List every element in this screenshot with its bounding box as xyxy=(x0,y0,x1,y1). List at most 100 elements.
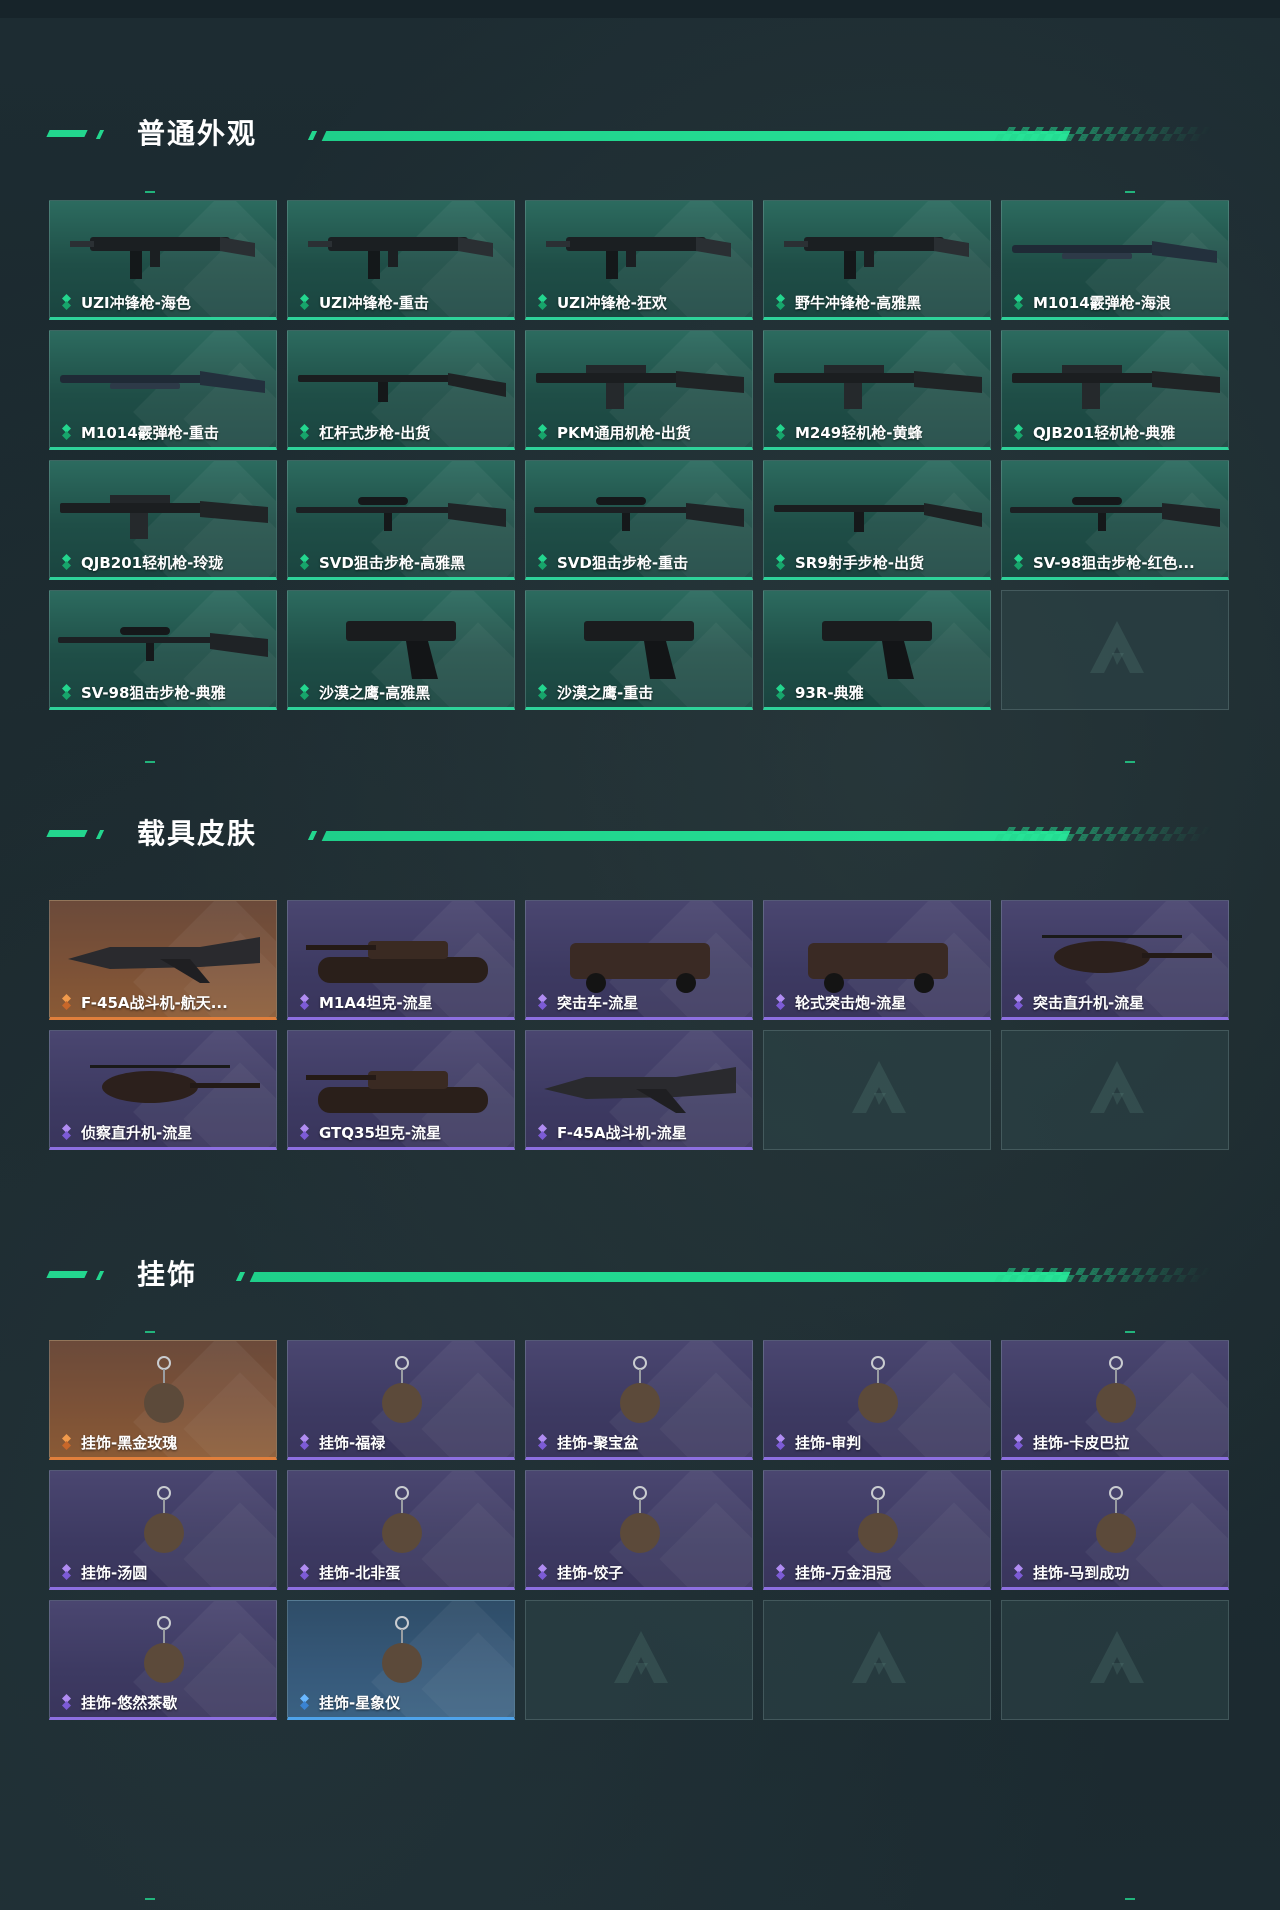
placeholder-logo-icon xyxy=(614,1631,668,1683)
header-dash xyxy=(46,830,88,837)
item-name: 轮式突击炮-流星 xyxy=(795,993,907,1012)
weapons-item-card[interactable]: SVD狙击步枪-高雅黑 xyxy=(287,460,515,580)
vehicles-item-card[interactable]: 突击直升机-流星 xyxy=(1001,900,1229,1020)
charms-item-card[interactable]: 挂饰-北非蛋 xyxy=(287,1470,515,1590)
item-label: 挂饰-汤圆 xyxy=(60,1563,147,1582)
charms-item-card[interactable]: 挂饰-万金泪冠 xyxy=(763,1470,991,1590)
corner-marker xyxy=(1125,1331,1135,1333)
charms-item-card[interactable]: 挂饰-汤圆 xyxy=(49,1470,277,1590)
vehicle-skin-grid: F-45A战斗机-航天... M1A4坦克-流星 突击车-流星 轮式突击炮-流星 突击直… xyxy=(49,900,1229,1150)
machine-gun-icon xyxy=(1012,365,1220,409)
header-bar xyxy=(321,131,1071,141)
weapons-item-card[interactable]: 93R-典雅 xyxy=(763,590,991,710)
item-label: 野牛冲锋枪-高雅黑 xyxy=(774,293,922,312)
item-name: 挂饰-聚宝盆 xyxy=(557,1433,639,1452)
item-name: SV-98狙击步枪-红色... xyxy=(1033,553,1195,572)
vehicles-item-card[interactable]: 侦察直升机-流星 xyxy=(49,1030,277,1150)
weapons-item-card[interactable]: M1014霰弹枪-海浪 xyxy=(1001,200,1229,320)
charm-grid: 挂饰-黑金玫瑰 挂饰-福禄 挂饰-聚宝盆 挂饰-审判 挂饰-卡皮巴拉挂饰-汤圆 挂饰-北非… xyxy=(49,1340,1229,1720)
header-bar xyxy=(321,831,1071,841)
charms-item-card[interactable]: 挂饰-黑金玫瑰 xyxy=(49,1340,277,1460)
sniper-rifle-icon xyxy=(58,627,268,661)
charm-icon xyxy=(858,1356,898,1423)
smg-icon xyxy=(546,237,731,279)
charms-item-card[interactable]: 挂饰-饺子 xyxy=(525,1470,753,1590)
weapons-item-card[interactable]: QJB201轻机枪-玲珑 xyxy=(49,460,277,580)
vehicles-item-card[interactable]: GTQ35坦克-流星 xyxy=(287,1030,515,1150)
green-rarity-icon xyxy=(776,294,785,310)
item-name: 挂饰-马到成功 xyxy=(1033,1563,1130,1582)
green-rarity-icon xyxy=(776,684,785,700)
header-tick xyxy=(95,130,105,139)
weapons-item-card[interactable]: UZI冲锋枪-海色 xyxy=(49,200,277,320)
item-label: 沙漠之鹰-高雅黑 xyxy=(298,683,430,702)
fighter-jet-icon xyxy=(68,937,260,983)
shotgun-icon xyxy=(60,371,265,393)
green-rarity-icon xyxy=(776,424,785,440)
weapons-item-card[interactable]: QJB201轻机枪-典雅 xyxy=(1001,330,1229,450)
item-name: GTQ35坦克-流星 xyxy=(319,1123,442,1142)
item-name: 93R-典雅 xyxy=(795,683,864,702)
weapons-item-card[interactable]: M249轻机枪-黄蜂 xyxy=(763,330,991,450)
vehicles-item-card[interactable]: 突击车-流星 xyxy=(525,900,753,1020)
weapons-item-card[interactable]: SV-98狙击步枪-红色... xyxy=(1001,460,1229,580)
vehicles-item-card[interactable]: 轮式突击炮-流星 xyxy=(763,900,991,1020)
green-rarity-icon xyxy=(300,294,309,310)
weapons-item-card[interactable]: 野牛冲锋枪-高雅黑 xyxy=(763,200,991,320)
item-label: QJB201轻机枪-典雅 xyxy=(1012,423,1176,442)
weapons-item-card[interactable]: 沙漠之鹰-重击 xyxy=(525,590,753,710)
purple-rarity-icon xyxy=(1014,1434,1023,1450)
item-name: 挂饰-万金泪冠 xyxy=(795,1563,892,1582)
charms-item-card[interactable]: 挂饰-马到成功 xyxy=(1001,1470,1229,1590)
weapons-item-card[interactable]: SV-98狙击步枪-典雅 xyxy=(49,590,277,710)
charm-icon xyxy=(144,1486,184,1553)
item-label: UZI冲锋枪-狂欢 xyxy=(536,293,667,312)
green-rarity-icon xyxy=(538,554,547,570)
purple-rarity-icon xyxy=(538,1434,547,1450)
sniper-rifle-icon xyxy=(296,497,506,531)
item-label: 挂饰-福禄 xyxy=(298,1433,385,1452)
weapons-item-card[interactable]: UZI冲锋枪-狂欢 xyxy=(525,200,753,320)
charms-item-card[interactable]: 挂饰-聚宝盆 xyxy=(525,1340,753,1460)
weapons-item-card[interactable]: 沙漠之鹰-高雅黑 xyxy=(287,590,515,710)
corner-marker xyxy=(145,761,155,763)
weapons-item-card[interactable]: M1014霰弹枪-重击 xyxy=(49,330,277,450)
item-name: 野牛冲锋枪-高雅黑 xyxy=(795,293,922,312)
item-name: UZI冲锋枪-狂欢 xyxy=(557,293,667,312)
green-rarity-icon xyxy=(62,294,71,310)
weapons-item-card[interactable]: 杠杆式步枪-出货 xyxy=(287,330,515,450)
charms-item-card[interactable]: 挂饰-福禄 xyxy=(287,1340,515,1460)
item-name: 挂饰-北非蛋 xyxy=(319,1563,401,1582)
empty-slot xyxy=(763,1030,991,1150)
charm-icon xyxy=(858,1486,898,1553)
item-label: PKM通用机枪-出货 xyxy=(536,423,691,442)
charms-item-card[interactable]: 挂饰-悠然茶歇 xyxy=(49,1600,277,1720)
vehicles-item-card[interactable]: F-45A战斗机-航天... xyxy=(49,900,277,1020)
sniper-rifle-icon xyxy=(534,497,744,531)
corner-marker xyxy=(145,191,155,193)
corner-marker xyxy=(145,1898,155,1900)
item-name: M1014霰弹枪-海浪 xyxy=(1033,293,1171,312)
assault-vehicle-icon xyxy=(570,943,710,993)
weapons-item-card[interactable]: SR9射手步枪-出货 xyxy=(763,460,991,580)
item-label: M1A4坦克-流星 xyxy=(298,993,433,1012)
item-name: QJB201轻机枪-典雅 xyxy=(1033,423,1176,442)
item-name: 挂饰-饺子 xyxy=(557,1563,624,1582)
charms-item-card[interactable]: 挂饰-卡皮巴拉 xyxy=(1001,1340,1229,1460)
weapons-item-card[interactable]: UZI冲锋枪-重击 xyxy=(287,200,515,320)
empty-slot xyxy=(1001,1030,1229,1150)
vehicles-item-card[interactable]: F-45A战斗机-流星 xyxy=(525,1030,753,1150)
charms-item-card[interactable]: 挂饰-星象仪 xyxy=(287,1600,515,1720)
empty-slot xyxy=(763,1600,991,1720)
charm-icon xyxy=(1096,1486,1136,1553)
charms-item-card[interactable]: 挂饰-审判 xyxy=(763,1340,991,1460)
item-label: M249轻机枪-黄蜂 xyxy=(774,423,922,442)
header-checker-pattern xyxy=(993,1268,1213,1282)
header-dash xyxy=(46,130,88,137)
weapons-item-card[interactable]: PKM通用机枪-出货 xyxy=(525,330,753,450)
item-label: M1014霰弹枪-重击 xyxy=(60,423,219,442)
item-label: 杠杆式步枪-出货 xyxy=(298,423,430,442)
item-label: 挂饰-卡皮巴拉 xyxy=(1012,1433,1129,1452)
vehicles-item-card[interactable]: M1A4坦克-流星 xyxy=(287,900,515,1020)
weapons-item-card[interactable]: SVD狙击步枪-重击 xyxy=(525,460,753,580)
